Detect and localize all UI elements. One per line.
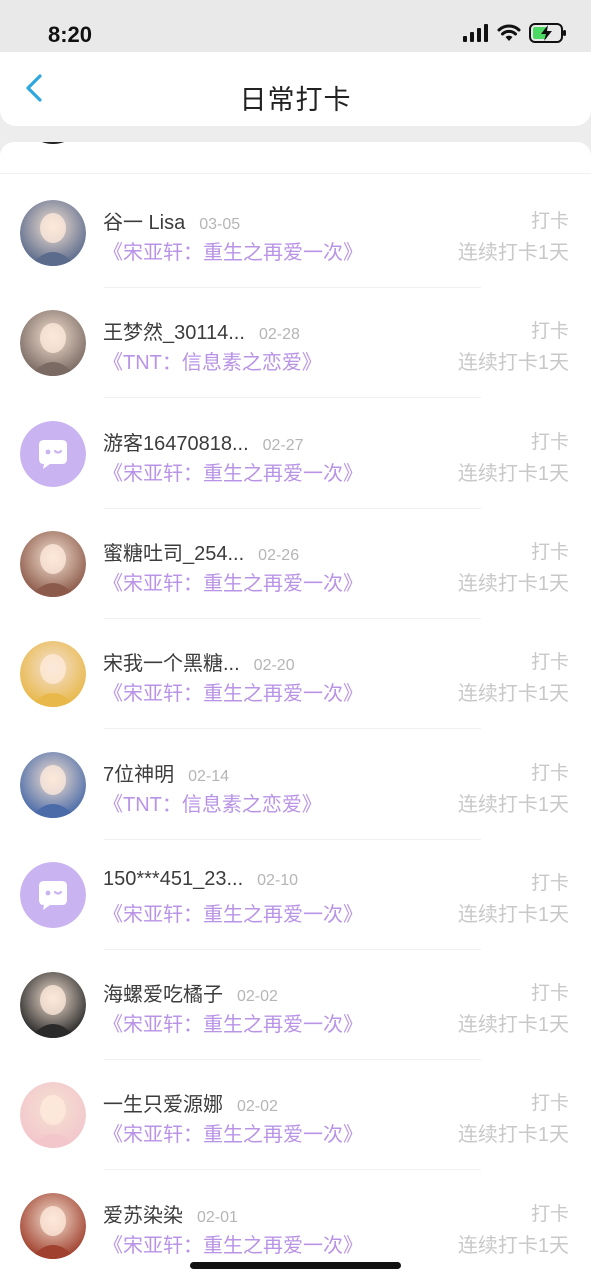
user-name[interactable]: 谷一 Lisa (103, 206, 185, 235)
book-title-link[interactable]: 《宋亚轩：重生之再爱一次》 (103, 1008, 363, 1037)
checkin-label: 打卡 (530, 652, 569, 674)
checkin-date: 03-05 (199, 216, 241, 233)
list-item[interactable]: 蜜糖吐司_254... 02-26 《宋亚轩：重生之再爱一次》 打卡连续打卡1天 (0, 509, 591, 619)
avatar[interactable] (20, 751, 86, 818)
user-name[interactable]: 爱苏染染 (103, 1199, 183, 1228)
user-name[interactable]: 蜜糖吐司_254... (103, 537, 244, 566)
avatar[interactable] (20, 310, 86, 377)
checkin-label: 打卡 (530, 211, 569, 232)
streak-label: 连续打卡1天 (457, 242, 569, 264)
checkin-date: 02-14 (188, 767, 230, 785)
user-name[interactable]: 7位神明 (103, 758, 174, 787)
book-title-link[interactable]: 《宋亚轩：重生之再爱一次》 (103, 677, 363, 706)
list-item-partial (0, 142, 591, 174)
checkin-date: 02-10 (257, 871, 299, 889)
checkin-date: 02-02 (237, 1098, 278, 1116)
streak-label: 连续打卡1天 (457, 793, 569, 816)
avatar[interactable] (20, 1082, 86, 1149)
status-icons (463, 22, 567, 48)
streak-label: 连续打卡1天 (457, 1234, 569, 1257)
avatar[interactable] (20, 530, 86, 597)
streak-label: 连续打卡1天 (457, 352, 569, 375)
avatar[interactable] (20, 861, 86, 928)
name-line: 海螺爱吃橘子 02-02 (103, 978, 278, 1007)
name-line: 谷一 Lisa 03-05 (103, 206, 240, 235)
list-item[interactable]: 宋我一个黑糖... 02-20 《宋亚轩：重生之再爱一次》 打卡连续打卡1天 (0, 619, 591, 730)
checkin-date: 02-02 (237, 988, 278, 1006)
book-title-link[interactable]: 《宋亚轩：重生之再爱一次》 (103, 236, 363, 265)
page-title: 日常打卡 (239, 85, 352, 115)
nav-bar: 日常打卡 (0, 52, 591, 126)
streak-label: 连续打卡1天 (457, 462, 569, 485)
book-title-link[interactable]: 《宋亚轩：重生之再爱一次》 (103, 1229, 363, 1258)
name-line: 王梦然_30114... 02-28 (103, 316, 300, 345)
name-line: 蜜糖吐司_254... 02-26 (103, 537, 299, 566)
list-item[interactable]: 7位神明 02-14 《TNT：信息素之恋爱》 打卡连续打卡1天 (0, 730, 591, 840)
avatar[interactable] (20, 972, 86, 1039)
checkin-label: 打卡 (530, 431, 569, 453)
user-name[interactable]: 一生只爱源娜 (103, 1088, 223, 1117)
name-line: 150***451_23... 02-10 (103, 868, 298, 891)
list-item[interactable]: 海螺爱吃橘子 02-02 《宋亚轩：重生之再爱一次》 打卡连续打卡1天 (0, 950, 591, 1061)
checkin-label: 打卡 (530, 541, 569, 563)
list-item[interactable]: 王梦然_30114... 02-28 《TNT：信息素之恋爱》 打卡连续打卡1天 (0, 288, 591, 399)
name-line: 一生只爱源娜 02-02 (103, 1088, 278, 1117)
user-name[interactable]: 海螺爱吃橘子 (103, 978, 223, 1007)
book-title-link[interactable]: 《TNT：信息素之恋爱》 (103, 346, 322, 375)
streak-label: 连续打卡1天 (457, 1124, 569, 1147)
checkin-date: 02-26 (258, 546, 300, 564)
streak-label: 连续打卡1天 (457, 683, 569, 706)
checkin-date: 02-20 (253, 657, 295, 675)
checkin-date: 02-28 (258, 326, 300, 344)
checkin-label: 打卡 (530, 1093, 569, 1115)
battery-charging-icon (529, 22, 567, 48)
checkin-label: 打卡 (530, 1203, 569, 1225)
checkin-label: 打卡 (530, 321, 569, 343)
checkin-date: 02-01 (197, 1208, 238, 1226)
name-line: 宋我一个黑糖... 02-20 (103, 647, 295, 676)
book-title-link[interactable]: 《宋亚轩：重生之再爱一次》 (103, 567, 363, 596)
checkin-label: 打卡 (530, 872, 569, 894)
book-title-link[interactable]: 《宋亚轩：重生之再爱一次》 (103, 457, 363, 486)
name-line: 7位神明 02-14 (103, 758, 229, 787)
user-name[interactable]: 150***451_23... (103, 868, 243, 891)
checkin-list[interactable]: 谷一 Lisa 03-05 《宋亚轩：重生之再爱一次》 打卡 连续打卡1天 王梦然_301… (0, 142, 591, 1280)
checkin-label: 打卡 (530, 983, 569, 1005)
signal-icon (463, 23, 489, 47)
avatar[interactable] (20, 641, 86, 708)
avatar[interactable] (20, 1192, 86, 1259)
avatar[interactable] (20, 420, 86, 487)
streak-label: 连续打卡1天 (457, 1014, 569, 1037)
user-name[interactable]: 宋我一个黑糖... (103, 647, 240, 676)
home-indicator[interactable] (190, 1262, 401, 1269)
name-line: 爱苏染染 02-01 (103, 1199, 238, 1228)
list-item[interactable]: 150***451_23... 02-10 《宋亚轩：重生之再爱一次》 打卡连续打卡1… (0, 840, 591, 950)
streak-label: 连续打卡1天 (457, 903, 569, 926)
list-item[interactable]: 游客16470818... 02-27 《宋亚轩：重生之再爱一次》 打卡连续打卡1天 (0, 399, 591, 509)
status-time: 8:20 (48, 22, 93, 47)
user-name[interactable]: 王梦然_30114... (103, 316, 245, 345)
book-title-link[interactable]: 《宋亚轩：重生之再爱一次》 (103, 898, 363, 927)
name-line: 游客16470818... 02-27 (103, 427, 304, 456)
avatar[interactable] (20, 200, 86, 266)
status-bar: 8:20 (0, 0, 591, 52)
checkin-date: 02-27 (262, 436, 304, 454)
checkin-label: 打卡 (530, 762, 569, 784)
user-name[interactable]: 游客16470818... (103, 427, 249, 456)
book-title-link[interactable]: 《TNT：信息素之恋爱》 (103, 788, 322, 817)
list-item[interactable]: 一生只爱源娜 02-02 《宋亚轩：重生之再爱一次》 打卡连续打卡1天 (0, 1060, 591, 1171)
avatar (20, 142, 86, 144)
wifi-icon (497, 24, 521, 47)
list-item[interactable]: 谷一 Lisa 03-05 《宋亚轩：重生之再爱一次》 打卡连续打卡1天 (0, 178, 591, 288)
book-title-link[interactable]: 《宋亚轩：重生之再爱一次》 (103, 1118, 363, 1147)
streak-label: 连续打卡1天 (457, 572, 569, 595)
